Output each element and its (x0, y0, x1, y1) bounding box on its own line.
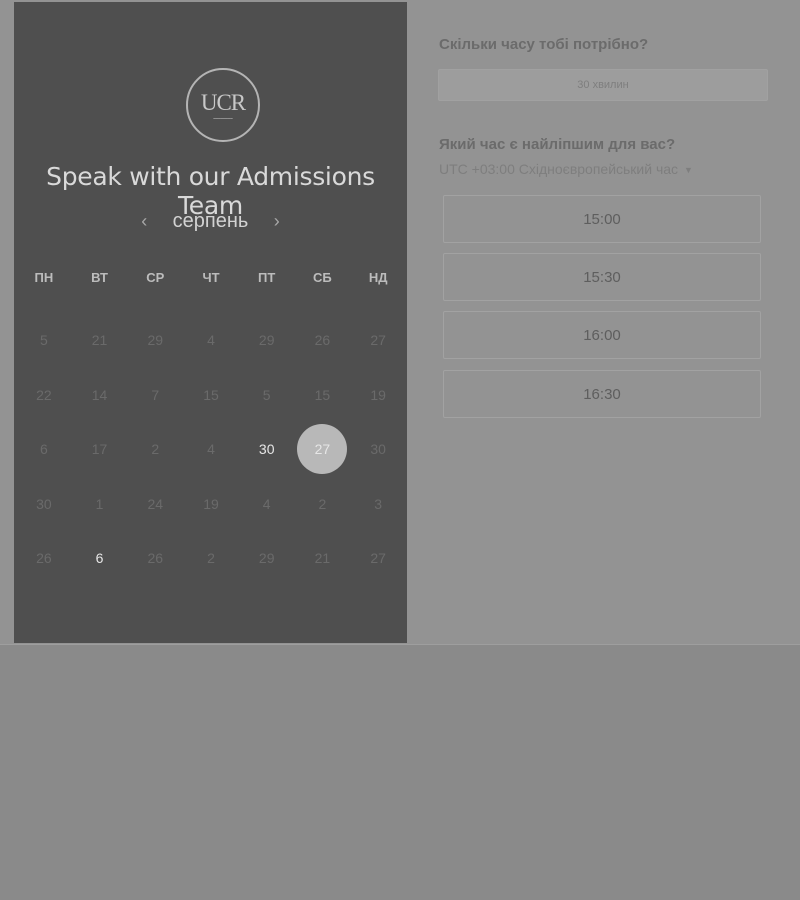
day-number: 14 (91, 386, 108, 403)
weekday-label: ЧТ (202, 270, 220, 285)
day-number: 30 (258, 441, 275, 458)
calendar-day: 5 (16, 313, 72, 368)
calendar-day: 21 (295, 531, 351, 586)
day-number: 22 (36, 386, 52, 403)
day-number: 4 (207, 441, 215, 458)
day-number: 6 (95, 550, 104, 567)
calendar-day: 29 (239, 531, 295, 586)
day-number: 29 (258, 550, 275, 567)
calendar-day: 2 (295, 477, 351, 532)
day-number: 4 (207, 332, 215, 349)
day-number: 2 (318, 495, 327, 512)
calendar-day: 29 (127, 313, 183, 368)
day-number: 3 (374, 495, 383, 512)
timezone-select[interactable]: UTC +03:00 Східноєвропейський час ▼ (439, 161, 693, 177)
day-number: 19 (203, 495, 219, 512)
calendar-day: 27 (350, 313, 406, 368)
calendar-day: 14 (72, 368, 128, 423)
month-navigation: ‹ серпень › (14, 210, 407, 240)
day-number: 30 (36, 495, 52, 512)
day-number: 21 (91, 332, 108, 349)
calendar-day: 24 (127, 477, 183, 532)
calendar-day: 4 (183, 313, 239, 368)
calendar-day[interactable]: 6 (72, 531, 128, 586)
calendar-day: 4 (239, 477, 295, 532)
calendar-day: 3 (350, 477, 406, 532)
time-slot-button[interactable]: 15:30 (443, 253, 761, 301)
calendar-day: 29 (239, 313, 295, 368)
calendar-day: 2 (183, 531, 239, 586)
weekday-label: ВТ (91, 270, 108, 285)
day-number: 27 (370, 550, 386, 567)
calendar-day: 15 (295, 368, 351, 423)
timezone-label: UTC +03:00 Східноєвропейський час (439, 161, 679, 177)
chevron-left-icon[interactable]: ‹ (134, 211, 154, 232)
calendar-day: 26 (295, 313, 351, 368)
day-number: 2 (151, 441, 160, 458)
time-slot-button[interactable]: 15:00 (443, 195, 761, 243)
caret-down-icon: ▼ (684, 165, 693, 176)
day-number: 24 (147, 495, 164, 512)
calendar-day: 19 (350, 368, 406, 423)
day-number: 1 (95, 495, 104, 512)
day-number: 21 (314, 550, 331, 567)
calendar-day: 17 (72, 422, 128, 477)
day-number: 26 (36, 550, 52, 567)
duration-question: Скільки часу тобі потрібно? (439, 36, 649, 53)
day-number: 19 (370, 386, 386, 403)
time-slot-button[interactable]: 16:00 (443, 311, 761, 359)
day-number: 2 (207, 550, 215, 567)
day-number: 6 (39, 441, 48, 458)
day-number: 5 (262, 386, 271, 403)
weekday-header: ПН ВТ СР ЧТ ПТ СБ НД (16, 270, 406, 290)
calendar-day: 30 (16, 477, 72, 532)
weekday-label: ПН (34, 270, 54, 285)
day-number: 30 (370, 441, 386, 458)
month-label: серпень (172, 210, 249, 232)
weekday-label: СБ (313, 270, 332, 285)
day-number: 5 (39, 332, 48, 349)
weekday-label: СР (146, 270, 165, 285)
calendar-day: 4 (183, 422, 239, 477)
duration-select[interactable]: 30 хвилин (438, 69, 768, 101)
day-number: 29 (147, 332, 164, 349)
calendar-day: 2 (127, 422, 183, 477)
day-number: 29 (258, 332, 275, 349)
day-number: 15 (203, 386, 219, 403)
chevron-right-icon[interactable]: › (267, 211, 287, 232)
time-slot-button[interactable]: 16:30 (443, 370, 761, 418)
calendar-day: 19 (183, 477, 239, 532)
day-number: 17 (91, 441, 108, 458)
calendar-grid: 5 21 29 4 29 26 27 22 14 7 15 5 15 19 6 17 2 4 30 27 30 30 1 24… (16, 313, 406, 586)
calendar-day: 27 (350, 531, 406, 586)
day-number: 26 (314, 332, 331, 349)
calendar-day: 30 (350, 422, 406, 477)
weekday-label: НД (368, 270, 388, 285)
ucr-logo: UCR ━━━━━━━━ (186, 68, 260, 142)
day-number: 27 (297, 424, 348, 475)
calendar-day: 15 (183, 368, 239, 423)
calendar-day-selected[interactable]: 27 (295, 422, 351, 477)
calendar-day: 22 (16, 368, 72, 423)
day-number: 4 (262, 495, 271, 512)
time-question: Який час є найліпшим для вас? (439, 136, 676, 153)
calendar-day: 21 (72, 313, 128, 368)
logo-underline: ━━━━━━━━ (213, 116, 233, 121)
day-number: 15 (314, 386, 331, 403)
day-number: 7 (151, 386, 160, 403)
day-number: 27 (370, 332, 386, 349)
logo-text: UCR (200, 90, 246, 115)
calendar-day: 1 (72, 477, 128, 532)
calendar-day[interactable]: 30 (239, 422, 295, 477)
weekday-label: ПТ (258, 270, 276, 285)
calendar-day: 6 (16, 422, 72, 477)
calendar-day: 26 (127, 531, 183, 586)
booking-widget: UCR ━━━━━━━━ Speak with our Admissions T… (0, 0, 800, 645)
calendar-panel: UCR ━━━━━━━━ Speak with our Admissions T… (14, 2, 407, 643)
calendar-day: 7 (127, 368, 183, 423)
calendar-day: 26 (16, 531, 72, 586)
calendar-day: 5 (239, 368, 295, 423)
day-number: 26 (147, 550, 164, 567)
